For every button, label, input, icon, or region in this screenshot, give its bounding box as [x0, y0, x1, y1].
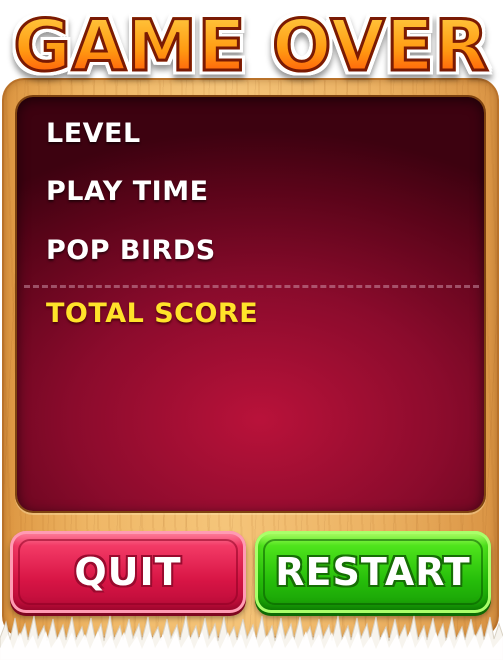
- restart-button[interactable]: RESTART: [255, 531, 491, 613]
- grass-decoration: [0, 615, 503, 660]
- quit-button[interactable]: QUIT: [10, 531, 246, 613]
- play-time-label: PLAY TIME: [46, 176, 209, 207]
- restart-button-label: RESTART: [275, 550, 471, 594]
- dashed-divider: [24, 285, 479, 288]
- game-over-title: GAME OVER: [0, 4, 503, 89]
- quit-button-label: QUIT: [74, 550, 182, 594]
- pop-birds-label: POP BIRDS: [46, 235, 216, 266]
- level-label: LEVEL: [46, 118, 141, 149]
- total-score-label: TOTAL SCORE: [46, 298, 259, 329]
